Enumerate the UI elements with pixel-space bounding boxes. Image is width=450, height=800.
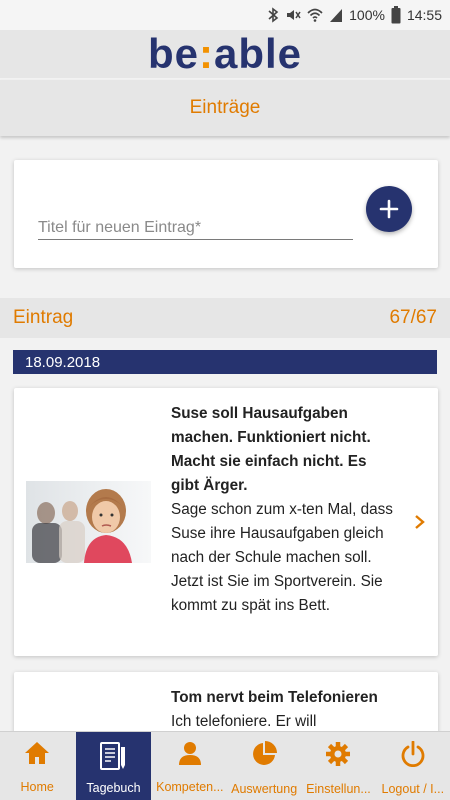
app-logo: be:able [148,33,302,75]
nav-item-logout[interactable]: Logout / I... [376,732,450,800]
entry-text: Suse soll Hausaufgaben machen. Funktioni… [171,402,396,618]
battery-percent: 100% [349,7,385,23]
logo-bar: be:able [0,30,450,78]
power-icon [401,741,425,767]
pie-chart-icon [253,741,278,765]
clock: 14:55 [406,7,442,23]
nav-item-kompetenzen[interactable]: Kompeten... [153,732,227,800]
new-entry-card [14,160,438,268]
logo-part-1: be [147,30,199,77]
logo-colon: : [198,30,214,77]
mute-icon [287,10,301,20]
gear-icon [326,742,351,766]
person-icon [178,742,201,765]
date-group-header: 18.09.2018 [13,350,437,374]
nav-label: Auswertung [231,782,298,796]
date-label: 18.09.2018 [25,353,101,371]
entry-text: Tom nervt beim Telefonieren Ich telefoni… [171,686,396,734]
bluetooth-icon [268,7,279,23]
nav-item-einstellungen[interactable]: Einstellun... [301,732,375,800]
nav-item-auswertung[interactable]: Auswertung [227,732,301,800]
plus-icon [379,199,399,219]
bottom-navigation: Home Tagebuch Kompeten... Auswertung Ein… [0,731,450,800]
page-title: Einträge [189,97,261,118]
home-icon [25,742,50,764]
wifi-icon [307,8,323,22]
nav-label: Home [20,780,54,794]
logo-part-2: able [213,30,303,77]
nav-item-home[interactable]: Home [0,732,74,800]
new-entry-title-input[interactable] [38,216,353,240]
diary-icon [100,742,126,770]
entries-count: 67/67 [389,307,437,328]
add-entry-button[interactable] [366,186,412,232]
nav-label: Tagebuch [86,781,141,795]
nav-label: Einstellun... [306,782,371,796]
entry-title: Tom nervt beim Telefonieren [171,689,378,706]
nav-item-tagebuch[interactable]: Tagebuch [76,732,151,800]
entry-body: Ich telefoniere. Er will [171,713,317,730]
page-header: Einträge [0,80,450,136]
nav-label: Logout / I... [381,782,445,796]
entries-section-header: Eintrag 67/67 [0,298,450,338]
entry-title: Suse soll Hausaufgaben machen. Funktioni… [171,405,371,494]
battery-icon [391,6,401,24]
section-label: Eintrag [13,307,74,328]
chevron-right-icon[interactable] [413,514,427,530]
entry-thumbnail [26,481,151,563]
status-bar: 100% 14:55 [0,0,450,30]
signal-icon [330,9,343,22]
nav-label: Kompeten... [156,780,224,794]
entry-body: Sage schon zum x-ten Mal, dass Suse ihre… [171,501,393,614]
entry-card[interactable]: Suse soll Hausaufgaben machen. Funktioni… [14,388,438,656]
